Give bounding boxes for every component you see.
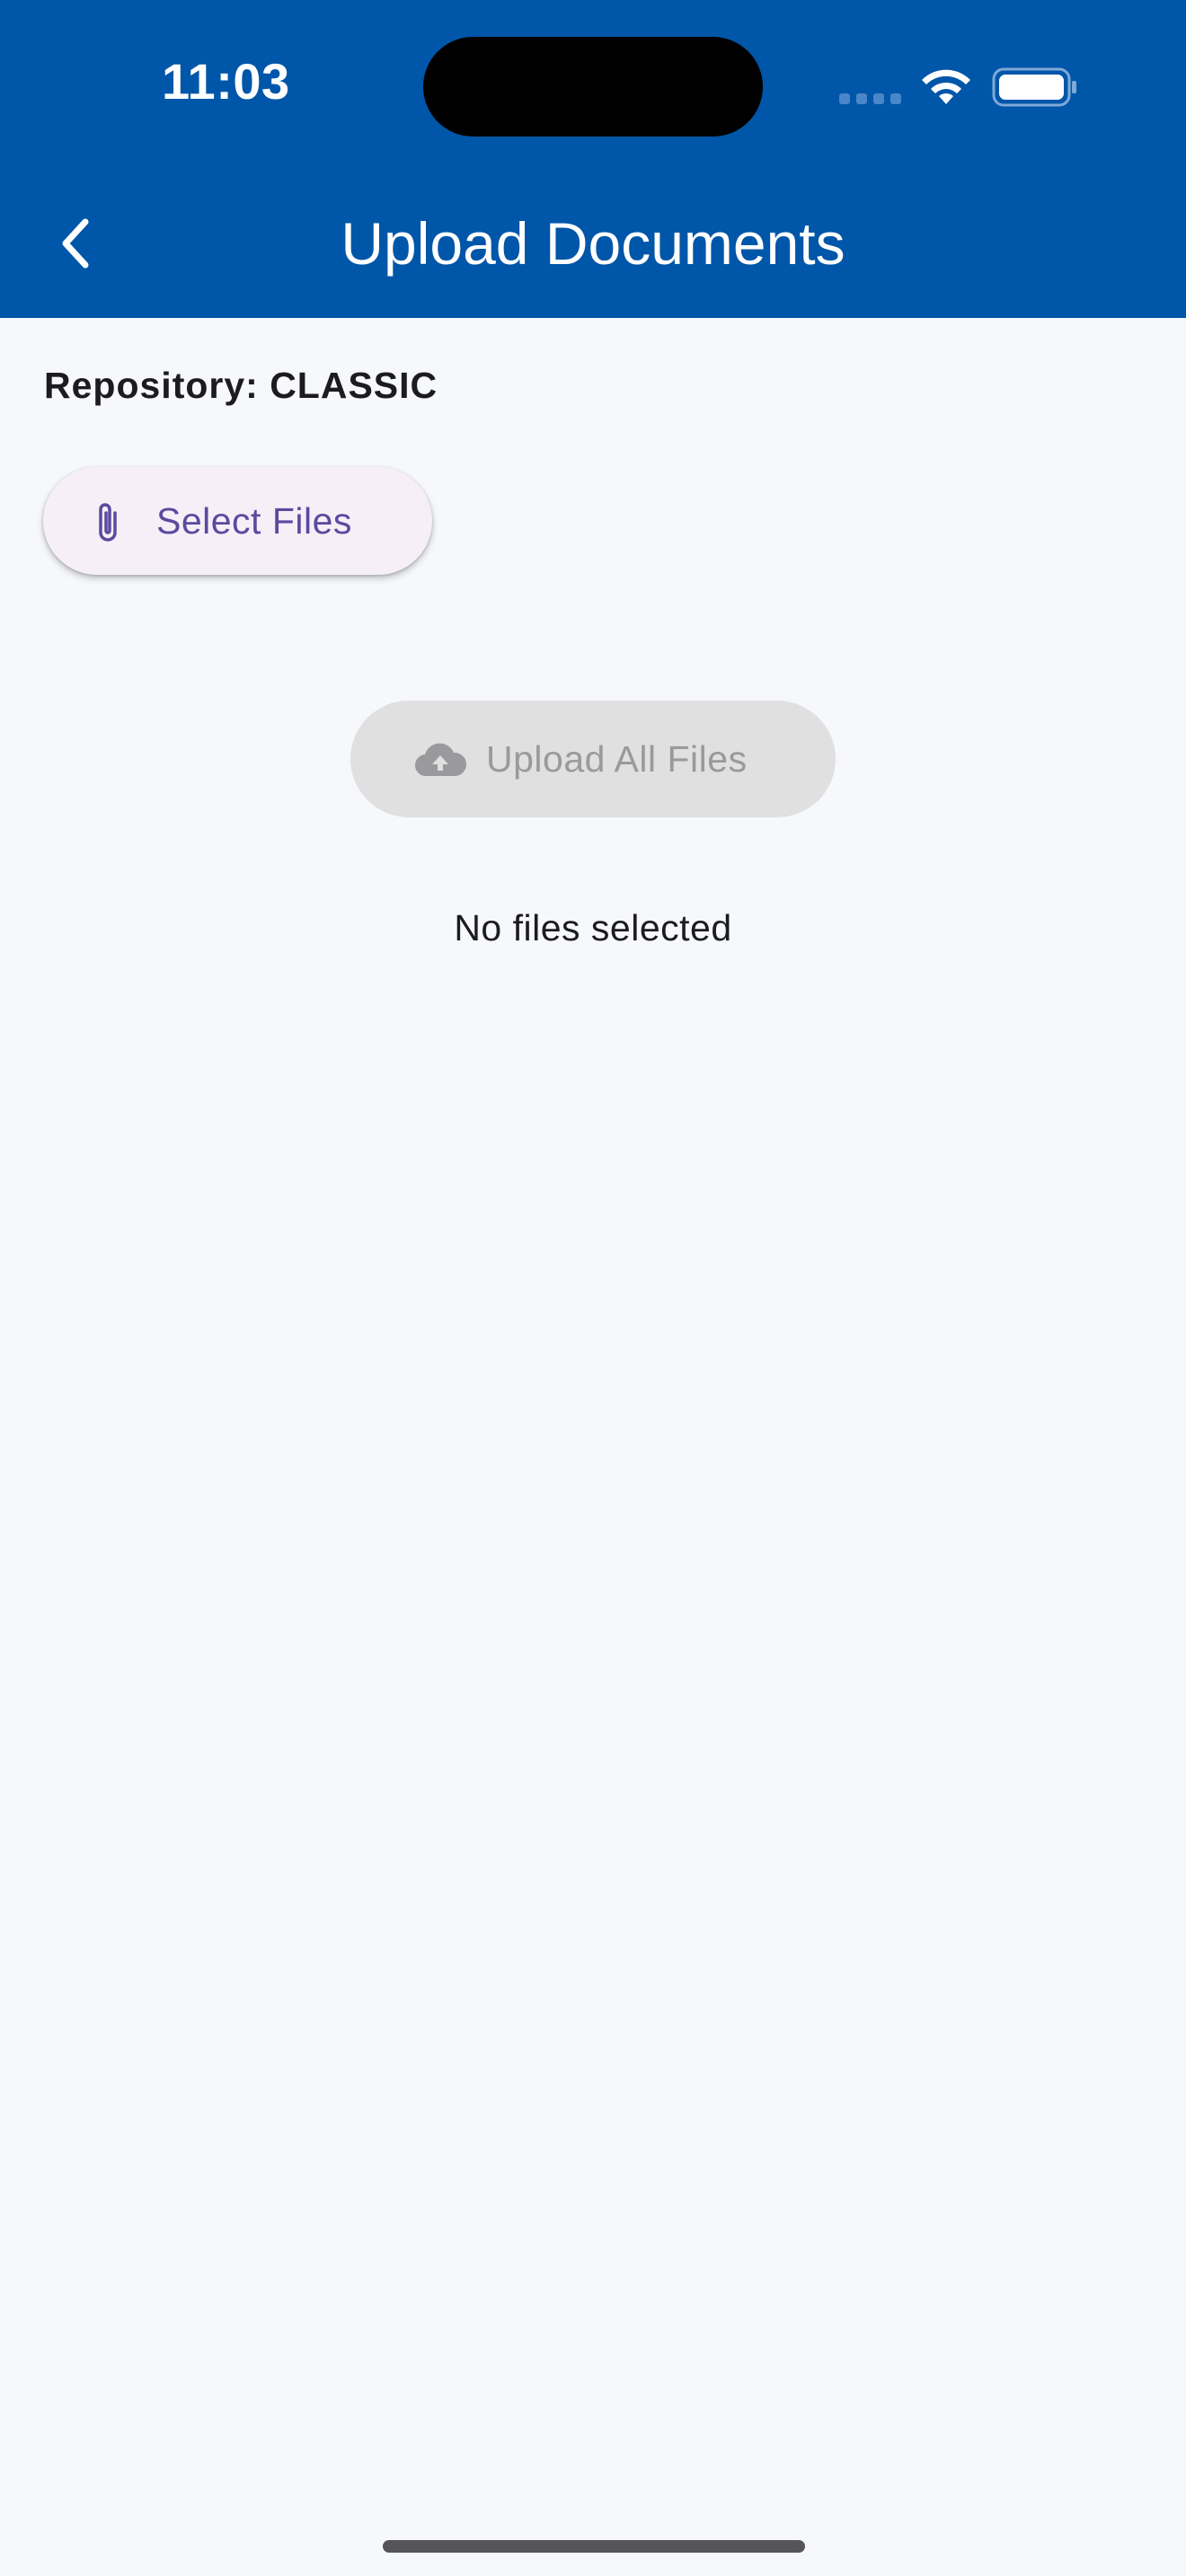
empty-state-message: No files selected	[454, 907, 732, 948]
upload-all-files-label: Upload All Files	[486, 738, 748, 780]
select-files-label: Select Files	[156, 500, 352, 542]
app-header: 11:03 Upload Documents	[0, 0, 1186, 318]
paperclip-icon	[99, 503, 117, 542]
select-files-button[interactable]: Select Files	[43, 467, 432, 575]
upload-all-files-button[interactable]: Upload All Files	[350, 701, 836, 817]
status-bar-time: 11:03	[162, 53, 290, 110]
dynamic-island	[423, 37, 763, 137]
home-indicator[interactable]	[383, 2540, 805, 2553]
battery-icon	[992, 67, 1076, 107]
cellular-signal-icon	[839, 93, 902, 104]
wifi-icon	[922, 69, 970, 104]
repository-label: Repository: CLASSIC	[44, 365, 438, 406]
page-title: Upload Documents	[341, 210, 845, 277]
cloud-upload-icon	[415, 743, 466, 777]
